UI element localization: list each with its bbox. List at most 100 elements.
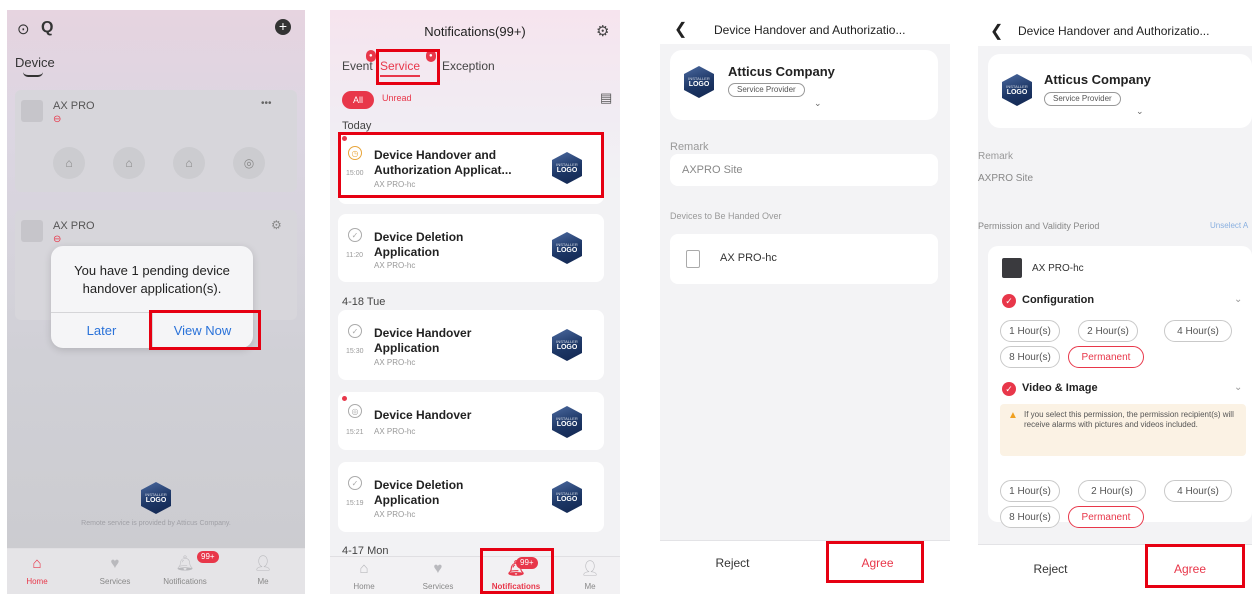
- notification-badge: 99+: [197, 551, 219, 563]
- bottom-tab-bar: ⌂ Home ♥ Services 🔔︎ Notifications 99+ 👤︎ Me: [7, 548, 305, 594]
- event-badge: ●: [366, 50, 376, 62]
- notification-time: 11:20: [346, 252, 363, 259]
- notification-time: 15:19: [346, 500, 364, 507]
- notification-item[interactable]: ✓ Device Deletion Application 11:20 AX P…: [338, 214, 604, 282]
- mark-read-icon[interactable]: ▤: [600, 90, 612, 106]
- notification-title: Device Handover: [374, 326, 472, 340]
- device-icon: [686, 250, 700, 268]
- notification-title: Device Deletion: [374, 230, 464, 244]
- notification-device: AX PRO-hc: [374, 510, 416, 519]
- installer-logo: INSTALLER LOGO: [141, 482, 171, 514]
- stay-arm-icon[interactable]: ⌂: [113, 147, 145, 179]
- tab-exception[interactable]: Exception: [442, 59, 495, 73]
- playback-icon[interactable]: ⊙: [17, 20, 30, 38]
- permission-card: AX PRO-hc ✓ Configuration ⌄ 1 Hour(s) 2 …: [988, 246, 1252, 528]
- page-title: Notifications(99+): [424, 24, 526, 39]
- tab-services[interactable]: ♥ Services: [85, 555, 145, 586]
- duration-option[interactable]: 1 Hour(s): [1000, 320, 1060, 342]
- chevron-down-icon[interactable]: ⌄: [814, 98, 822, 109]
- footer-text: Remote service is provided by Atticus Co…: [81, 520, 231, 527]
- back-icon[interactable]: ❮: [990, 21, 1003, 41]
- tab-home[interactable]: ⌂ Home: [7, 555, 67, 586]
- remark-field: AXPRO Site: [670, 154, 938, 186]
- notification-device: AX PRO-hc: [374, 358, 416, 367]
- installer-logo: INSTALLER LOGO: [1002, 74, 1032, 106]
- remark-label: Remark: [978, 151, 1014, 162]
- tab-services[interactable]: ♥ Services: [408, 560, 468, 591]
- unselect-all-link[interactable]: Unselect A: [1210, 221, 1248, 230]
- remark-label: Remark: [670, 141, 709, 153]
- back-icon[interactable]: ❮: [674, 19, 687, 39]
- filter-unread[interactable]: Unread: [382, 93, 412, 103]
- duration-option[interactable]: 8 Hour(s): [1000, 346, 1060, 368]
- chevron-down-icon[interactable]: ⌄: [1234, 382, 1242, 393]
- away-arm-icon[interactable]: ⌂: [53, 147, 85, 179]
- notification-item[interactable]: ✓ Device Handover Application 15:30 AX P…: [338, 310, 604, 380]
- tab-home[interactable]: ⌂ Home: [334, 560, 394, 591]
- later-button[interactable]: Later: [51, 323, 152, 338]
- gear-icon[interactable]: ⚙: [596, 22, 609, 40]
- device-name: AX PRO-hc: [720, 252, 777, 264]
- clear-alarm-icon[interactable]: ◎: [233, 147, 265, 179]
- device-card[interactable]: AX PRO ⊖ ••• ⌂ ⌂ ⌂ ◎: [15, 90, 297, 192]
- device-row: AX PRO-hc: [670, 234, 938, 284]
- notification-time: 15:21: [346, 429, 364, 436]
- highlight-box: [338, 132, 604, 198]
- settings-icon[interactable]: ⚙: [271, 218, 282, 232]
- duration-option[interactable]: 4 Hour(s): [1164, 480, 1232, 502]
- add-device-icon[interactable]: +: [275, 19, 291, 35]
- video-check-icon[interactable]: ✓: [1002, 382, 1016, 396]
- installer-logo: INSTALLER LOGO: [552, 232, 582, 264]
- section-today: Today: [342, 120, 372, 132]
- highlight-box: [1145, 544, 1245, 588]
- duration-option[interactable]: 4 Hour(s): [1164, 320, 1232, 342]
- notification-time: 15:30: [346, 348, 364, 355]
- disarm-icon[interactable]: ⌂: [173, 147, 205, 179]
- notification-title: Application: [374, 493, 440, 507]
- device-thumbnail: [21, 100, 43, 122]
- role-badge: Service Provider: [728, 83, 805, 97]
- device-title: Device: [15, 55, 55, 70]
- device-tab-indicator: [23, 72, 43, 77]
- offline-icon: ⊖: [53, 114, 62, 125]
- remark-value: AXPRO Site: [682, 164, 743, 176]
- tab-me[interactable]: 👤︎ Me: [560, 560, 620, 591]
- duration-option[interactable]: 8 Hour(s): [1000, 506, 1060, 528]
- role-badge: Service Provider: [1044, 92, 1121, 106]
- home-screen: ⊙ Q + Device AX PRO ⊖ ••• ⌂ ⌂ ⌂ ◎ AX PRO…: [7, 10, 305, 594]
- notification-item[interactable]: ✓ Device Deletion Application 15:19 AX P…: [338, 462, 604, 532]
- duration-option[interactable]: 2 Hour(s): [1078, 320, 1138, 342]
- chevron-down-icon[interactable]: ⌄: [1234, 294, 1242, 305]
- highlight-box: [826, 541, 924, 583]
- filter-all[interactable]: All: [342, 91, 374, 109]
- notification-title: Application: [374, 245, 440, 259]
- bottom-tab-bar: ⌂ Home ♥ Services 🔔︎ Notifications 99+ 👤︎ Me: [330, 556, 620, 594]
- offline-icon: ⊖: [53, 234, 62, 245]
- section-date: 4-18 Tue: [342, 296, 386, 308]
- page-title: Device Handover and Authorizatio...: [714, 23, 906, 37]
- warning-text: If you select this permission, the permi…: [1024, 410, 1234, 429]
- duration-option-selected[interactable]: Permanent: [1068, 506, 1144, 528]
- device-thumbnail: [21, 220, 43, 242]
- highlight-box: [376, 49, 440, 85]
- more-icon[interactable]: •••: [261, 98, 272, 109]
- notification-item[interactable]: ◎ Device Handover 15:21 AX PRO-hc INSTAL…: [338, 392, 604, 450]
- installer-logo: INSTALLER LOGO: [552, 406, 582, 438]
- device-name: AX PRO: [53, 100, 95, 112]
- tab-me[interactable]: 👤︎ Me: [233, 555, 293, 586]
- configuration-check-icon[interactable]: ✓: [1002, 294, 1016, 308]
- reject-button[interactable]: Reject: [978, 562, 1123, 576]
- duration-option[interactable]: 1 Hour(s): [1000, 480, 1060, 502]
- duration-option[interactable]: 2 Hour(s): [1078, 480, 1146, 502]
- duration-option-selected[interactable]: Permanent: [1068, 346, 1144, 368]
- company-name: Atticus Company: [1044, 72, 1151, 87]
- chevron-down-icon[interactable]: ⌄: [1136, 106, 1144, 117]
- home-icon: ⌂: [359, 560, 369, 577]
- search-icon[interactable]: Q: [41, 19, 53, 37]
- highlight-box: [480, 548, 554, 594]
- device-name: AX PRO: [53, 220, 95, 232]
- home-icon: ⌂: [32, 555, 42, 572]
- notification-title: Device Deletion: [374, 478, 464, 492]
- reject-button[interactable]: Reject: [660, 556, 805, 570]
- handover-screen: ❮ Device Handover and Authorizatio... IN…: [660, 10, 950, 594]
